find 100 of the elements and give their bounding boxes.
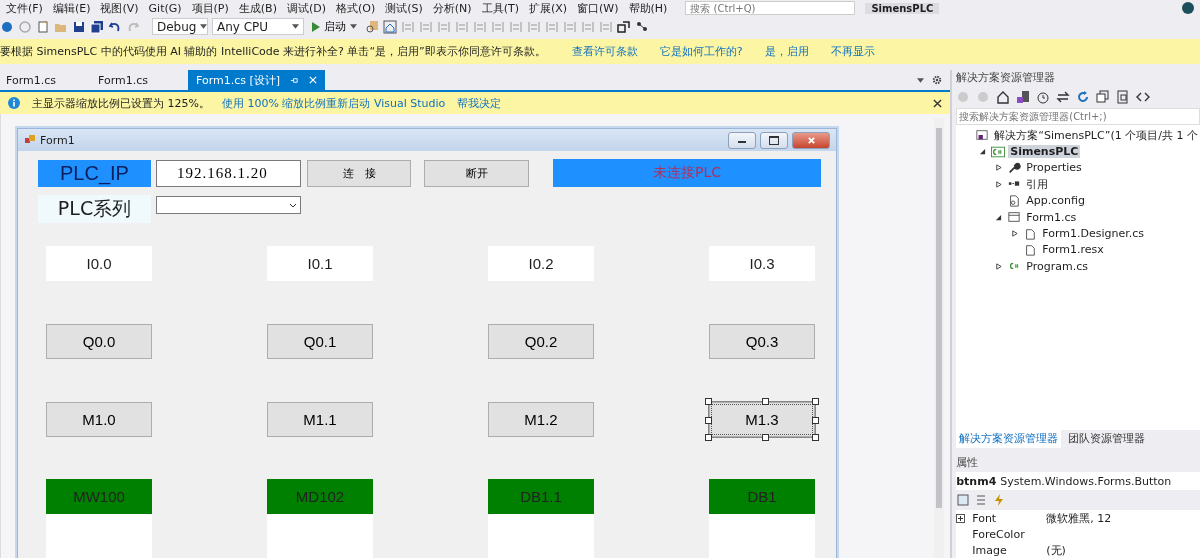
document-tab[interactable]: Form1.cs — [92, 70, 184, 90]
resize-handle[interactable] — [705, 398, 712, 405]
caret-icon[interactable] — [292, 24, 299, 29]
save-icon[interactable] — [72, 19, 86, 34]
value-input-field[interactable] — [488, 514, 594, 558]
sync-icon[interactable] — [1056, 90, 1071, 104]
tree-item[interactable]: Form1.Designer.cs — [1040, 227, 1146, 241]
solution-search-field[interactable]: 搜索解决方案资源管理器(Ctrl+;) — [956, 108, 1200, 125]
dropdown-icon[interactable] — [917, 77, 925, 83]
platform-dropdown[interactable]: Any CPU — [212, 18, 304, 35]
document-tab[interactable]: Form1.cs [设计] — [188, 70, 326, 90]
settings-icon[interactable] — [932, 75, 943, 85]
new-project-icon[interactable] — [36, 19, 50, 34]
resize-handle[interactable] — [705, 417, 712, 424]
tree-item[interactable]: SimensPLC — [1008, 145, 1081, 159]
tree-item[interactable]: Properties — [1024, 161, 1084, 175]
save-all-icon[interactable] — [90, 19, 104, 34]
caret-icon[interactable] — [200, 24, 208, 29]
property-row[interactable]: Image (无) — [956, 542, 1200, 558]
pin-icon[interactable] — [290, 75, 300, 85]
output-button[interactable]: M1.2 — [488, 402, 594, 437]
expanded-arrow-icon[interactable] — [978, 148, 986, 156]
collapsed-arrow-icon[interactable] — [994, 262, 1002, 270]
resize-handle[interactable] — [762, 434, 769, 441]
document-tab[interactable]: Form1.cs — [0, 70, 92, 90]
history-icon[interactable] — [1036, 90, 1051, 104]
panel-tab[interactable]: 团队资源管理器 — [1065, 430, 1149, 448]
resize-handle[interactable] — [762, 398, 769, 405]
menu-item[interactable]: Git(G) — [148, 1, 182, 15]
value-input-field[interactable] — [267, 514, 373, 558]
property-row[interactable]: ForeColor — [956, 526, 1200, 542]
menu-item[interactable]: 项目(P) — [191, 0, 229, 16]
switch-views-icon[interactable] — [1016, 90, 1031, 104]
menu-item[interactable]: 编辑(E) — [52, 0, 91, 16]
property-value[interactable]: 微软雅黑, 12 — [1046, 510, 1112, 526]
tree-item[interactable]: Form1.cs — [1024, 210, 1079, 224]
search-field[interactable]: 搜索 (Ctrl+Q) — [685, 1, 856, 15]
maximize-button[interactable] — [760, 131, 788, 149]
resize-handle[interactable] — [705, 434, 712, 441]
infobar-link[interactable]: 它是如何工作的? — [659, 44, 743, 59]
menu-item[interactable]: 文件(F) — [6, 0, 43, 16]
tree-item[interactable]: Form1.resx — [1040, 243, 1106, 257]
output-button[interactable]: Q0.2 — [488, 324, 594, 359]
panel-tab[interactable]: 解决方案资源管理器 — [956, 430, 1062, 448]
resize-handle[interactable] — [812, 434, 819, 441]
connect-button[interactable]: 连 接 — [307, 159, 411, 187]
menu-item[interactable]: 窗口(W) — [577, 0, 619, 16]
close-icon[interactable] — [933, 98, 943, 108]
resize-handle[interactable] — [812, 417, 819, 424]
infobar-link[interactable]: 不再显示 — [830, 44, 875, 59]
collapsed-arrow-icon[interactable] — [994, 164, 1002, 172]
output-button[interactable]: Q0.0 — [46, 324, 152, 359]
avatar-icon[interactable] — [1182, 2, 1194, 14]
vertical-scrollbar[interactable] — [934, 118, 945, 558]
scaling-link[interactable]: 帮我决定 — [457, 95, 502, 111]
tree-item[interactable]: App.config — [1024, 194, 1087, 208]
menu-item[interactable]: 格式(O) — [336, 0, 376, 16]
menu-item[interactable]: 调试(D) — [286, 0, 326, 16]
configuration-dropdown[interactable]: Debug — [152, 18, 208, 35]
expand-icon[interactable] — [956, 513, 966, 523]
value-input-field[interactable] — [709, 514, 815, 558]
ip-input-field[interactable]: 192.168.1.20 — [156, 159, 301, 187]
menu-item[interactable]: 生成(B) — [238, 0, 277, 16]
output-button[interactable]: M1.3 — [709, 402, 815, 437]
tab-order-icon[interactable] — [617, 19, 631, 34]
menu-item[interactable]: 帮助(H) — [628, 0, 668, 16]
tree-item[interactable]: Program.cs — [1024, 259, 1090, 273]
menu-item[interactable]: 分析(N) — [432, 0, 472, 16]
close-button[interactable] — [792, 131, 830, 149]
collapsed-arrow-icon[interactable] — [1010, 230, 1018, 238]
menu-item[interactable]: 扩展(X) — [528, 0, 568, 16]
infobar-link[interactable]: 是，启用 — [764, 44, 809, 59]
resize-handle[interactable] — [812, 398, 819, 405]
expanded-arrow-icon[interactable] — [994, 213, 1002, 221]
output-button[interactable]: Q0.3 — [709, 324, 815, 359]
code-icon[interactable] — [1136, 90, 1151, 104]
property-value[interactable]: (无) — [1046, 542, 1066, 558]
series-dropdown[interactable] — [156, 196, 301, 214]
collapsed-arrow-icon[interactable] — [994, 180, 1002, 188]
output-button[interactable]: Q0.1 — [267, 324, 373, 359]
value-input-field[interactable] — [46, 514, 152, 558]
refresh-icon[interactable] — [1076, 90, 1091, 104]
menu-item[interactable]: 视图(V) — [100, 0, 139, 16]
copy-icon[interactable] — [1116, 90, 1131, 104]
output-button[interactable]: M1.0 — [46, 402, 152, 437]
menu-item[interactable]: 工具(T) — [481, 0, 519, 16]
menu-item[interactable]: 测试(S) — [385, 0, 423, 16]
tree-item[interactable]: 引用 — [1024, 176, 1051, 192]
tree-item[interactable]: 解决方案“SimensPLC”(1 个项目/共 1 个 — [992, 127, 1200, 143]
back-icon[interactable] — [0, 19, 14, 34]
output-button[interactable]: M1.1 — [267, 402, 373, 437]
collapse-all-icon[interactable] — [1096, 90, 1111, 104]
home-icon[interactable] — [996, 90, 1011, 104]
infobar-link[interactable]: 查看许可条款 — [571, 44, 638, 59]
start-button[interactable]: 启动 — [308, 19, 361, 34]
minimize-button[interactable] — [728, 131, 756, 149]
scaling-link[interactable]: 使用 100% 缩放比例重新启动 Visual Studio — [221, 95, 446, 111]
disconnect-button[interactable]: 断开 — [424, 159, 529, 187]
property-row[interactable]: Font 微软雅黑, 12 — [956, 510, 1200, 526]
caret-icon[interactable] — [350, 24, 357, 29]
